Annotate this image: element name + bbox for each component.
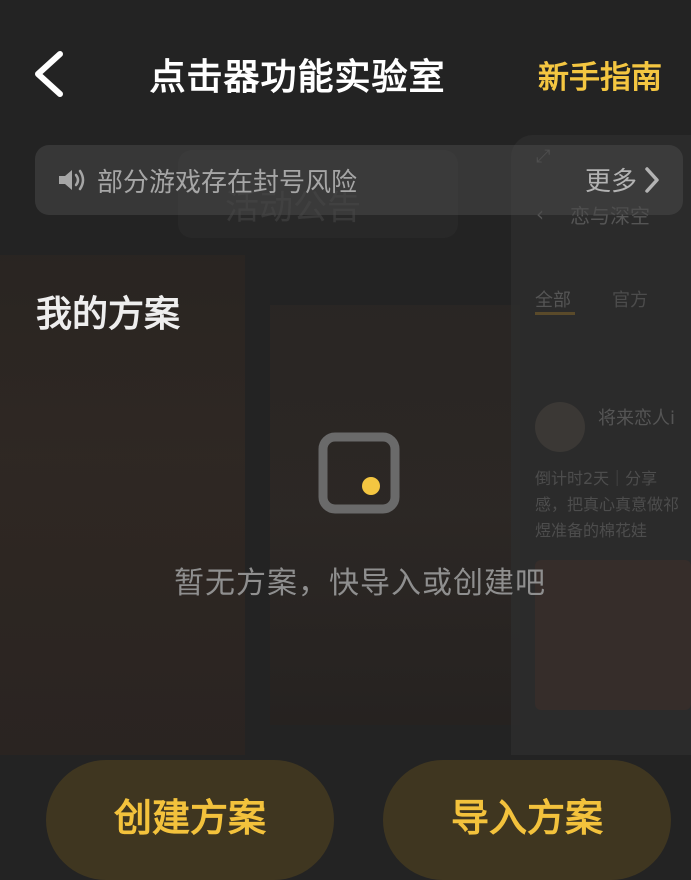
- background-character-art-center: [270, 305, 520, 725]
- speaker-icon: [59, 169, 85, 191]
- beginner-guide-link[interactable]: 新手指南: [538, 52, 662, 97]
- background-tab-all: 全部: [535, 290, 571, 311]
- empty-box-icon: [318, 432, 400, 514]
- background-tab-underline: [535, 312, 575, 315]
- page-title: 点击器功能实验室: [149, 57, 446, 98]
- create-plan-button[interactable]: 创建方案: [46, 760, 334, 880]
- my-plans-heading: 我的方案: [36, 294, 181, 335]
- import-plan-button[interactable]: 导入方案: [383, 760, 671, 880]
- chevron-right-icon: [645, 166, 659, 193]
- import-plan-label: 导入方案: [450, 796, 603, 840]
- background-post-text: 倒计时2天｜分享感，把真心真意做祁煜准备的棉花娃: [535, 469, 680, 540]
- notice-text: 部分游戏存在封号风险: [97, 168, 358, 198]
- risk-notice-bar[interactable]: 部分游戏存在封号风险 更多: [35, 145, 683, 215]
- create-plan-label: 创建方案: [113, 796, 266, 840]
- background-avatar: [535, 402, 585, 452]
- background-user-name: 将来恋人i: [598, 408, 676, 429]
- header: 点击器功能实验室 新手指南: [0, 0, 691, 140]
- more-label: 更多: [584, 167, 637, 197]
- more-link[interactable]: 更多: [585, 161, 661, 198]
- empty-state-message: 暂无方案，快导入或创建吧: [174, 566, 546, 601]
- background-tab-official: 官方: [612, 290, 648, 311]
